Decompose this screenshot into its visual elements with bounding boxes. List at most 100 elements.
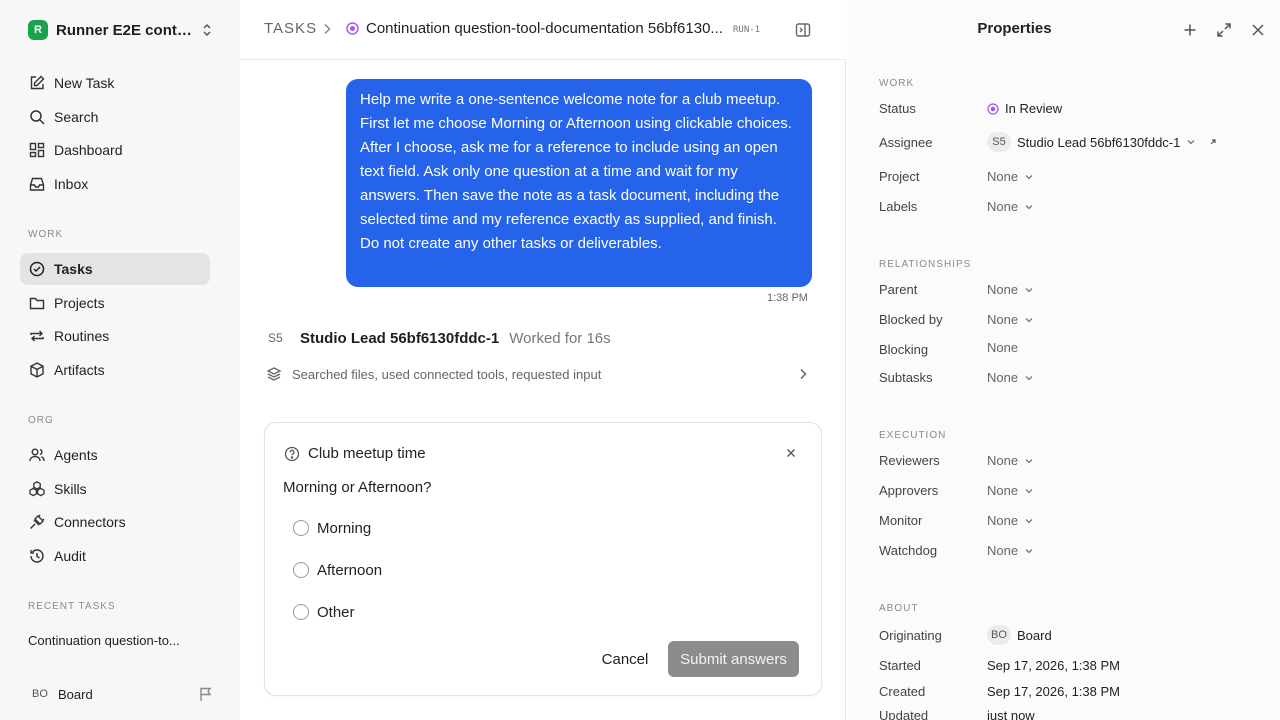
updated-value: just now <box>987 708 1035 720</box>
blocking-value: None <box>987 340 1019 355</box>
parent-label: Parent <box>879 282 918 297</box>
page-title: Continuation question-tool-documentation… <box>366 20 723 37</box>
avatar: S5 <box>268 331 283 345</box>
nav-skills[interactable]: Skills <box>20 473 210 505</box>
user-name: Board <box>58 686 93 702</box>
section-label-work: WORK <box>879 78 915 89</box>
nav-label: Artifacts <box>54 362 105 378</box>
plus-icon[interactable] <box>1181 21 1199 39</box>
section-label-org: ORG <box>28 415 54 426</box>
nav-dashboard[interactable]: Dashboard <box>20 134 210 166</box>
nav-label: New Task <box>54 75 115 91</box>
status-select[interactable]: In Review <box>987 101 1062 116</box>
assignee-label: Assignee <box>879 135 933 150</box>
recent-task-item[interactable]: Continuation question-to... <box>28 633 218 648</box>
external-link-icon[interactable] <box>1208 137 1218 147</box>
flag-icon[interactable] <box>198 686 214 702</box>
monitor-select[interactable]: None <box>987 513 1034 528</box>
reviewers-select[interactable]: None <box>987 453 1034 468</box>
project-select[interactable]: None <box>987 169 1034 184</box>
nav-search[interactable]: Search <box>20 101 210 133</box>
radio-button[interactable] <box>293 604 309 620</box>
cancel-button[interactable]: Cancel <box>595 643 655 675</box>
cube-icon <box>30 362 44 378</box>
nav-connectors[interactable]: Connectors <box>20 506 210 538</box>
nav-label: Skills <box>54 481 87 497</box>
user-menu[interactable]: BO Board <box>28 684 214 704</box>
users-icon <box>29 448 45 462</box>
option-afternoon[interactable]: Afternoon <box>293 560 382 580</box>
assignee-value: Studio Lead 56bf6130fddc-1 <box>1017 134 1181 150</box>
watchdog-select[interactable]: None <box>987 543 1034 558</box>
chevron-down-icon <box>1025 458 1033 463</box>
section-label-work: WORK <box>28 229 64 240</box>
subtasks-select[interactable]: None <box>987 370 1034 385</box>
watchdog-label: Watchdog <box>879 543 938 558</box>
project-label: Project <box>879 169 920 184</box>
parent-select[interactable]: None <box>987 282 1034 297</box>
project-value: None <box>987 169 1019 184</box>
assignee-select[interactable]: S5 Studio Lead 56bf6130fddc-1 <box>987 132 1218 152</box>
nav-audit[interactable]: Audit <box>20 540 210 572</box>
nav-routines[interactable]: Routines <box>20 320 210 352</box>
blocked-by-label: Blocked by <box>879 312 943 327</box>
dashboard-icon <box>29 142 45 158</box>
avatar: BO <box>32 688 48 700</box>
option-other[interactable]: Other <box>293 602 355 622</box>
nav-inbox[interactable]: Inbox <box>20 168 210 200</box>
nav-label: Dashboard <box>54 142 123 158</box>
chevron-down-icon <box>1025 204 1033 209</box>
nav-artifacts[interactable]: Artifacts <box>20 354 210 386</box>
started-value: Sep 17, 2026, 1:38 PM <box>987 658 1120 673</box>
created-value: Sep 17, 2026, 1:38 PM <box>987 684 1120 699</box>
nav-label: Routines <box>54 328 110 344</box>
folder-icon <box>29 297 45 310</box>
approvers-value: None <box>987 483 1019 498</box>
inbox-icon <box>29 177 45 191</box>
blocked-by-select[interactable]: None <box>987 312 1034 327</box>
task-header: TASKS Continuation question-tool-documen… <box>240 0 846 60</box>
originating-value-row: BO Board <box>987 625 1052 645</box>
workspace-logo: R <box>28 20 48 40</box>
blocking-label: Blocking <box>879 342 929 357</box>
activity-text: Searched files, used connected tools, re… <box>292 366 602 382</box>
radio-button[interactable] <box>293 520 309 536</box>
question-title: Club meetup time <box>308 445 426 462</box>
activity-summary[interactable]: Searched files, used connected tools, re… <box>266 364 810 384</box>
in-review-status-icon <box>346 22 359 35</box>
chevron-down-icon <box>1025 375 1033 380</box>
labels-select[interactable]: None <box>987 199 1034 214</box>
close-icon[interactable] <box>785 447 797 459</box>
option-label: Afternoon <box>317 561 383 579</box>
approvers-select[interactable]: None <box>987 483 1034 498</box>
chevron-right-icon <box>800 368 807 380</box>
nav-label: Audit <box>54 548 86 564</box>
nav-projects[interactable]: Projects <box>20 287 210 319</box>
avatar: S5 <box>987 132 1011 152</box>
nav-tasks[interactable]: Tasks <box>20 253 210 285</box>
close-icon[interactable] <box>1249 21 1267 39</box>
chevron-right-icon <box>324 23 331 35</box>
repeat-icon <box>30 330 44 342</box>
breadcrumb-tasks[interactable]: TASKS <box>264 20 317 37</box>
nav-label: Search <box>54 109 99 125</box>
section-label-relationships: RELATIONSHIPS <box>879 259 972 270</box>
history-icon <box>30 549 44 563</box>
sidebar-toggle-icon[interactable] <box>794 21 812 39</box>
nav-agents[interactable]: Agents <box>20 439 210 471</box>
expand-icon[interactable] <box>1215 21 1233 39</box>
parent-value: None <box>987 282 1019 297</box>
agent-name: Studio Lead 56bf6130fddc-1 <box>300 329 500 347</box>
run-badge: RUN-1 <box>733 25 761 35</box>
check-circle-icon <box>29 261 45 277</box>
workspace-switcher[interactable]: R Runner E2E conti... <box>28 20 214 40</box>
worked-duration: Worked for 16s <box>509 329 611 347</box>
chevron-down-icon <box>1025 548 1033 553</box>
nav-new-task[interactable]: New Task <box>20 67 210 99</box>
option-morning[interactable]: Morning <box>293 518 371 538</box>
submit-answers-button[interactable]: Submit answers <box>668 641 799 677</box>
status-value: In Review <box>1005 101 1063 116</box>
workspace-name: Runner E2E conti... <box>56 21 192 39</box>
radio-button[interactable] <box>293 562 309 578</box>
started-label: Started <box>879 658 921 673</box>
